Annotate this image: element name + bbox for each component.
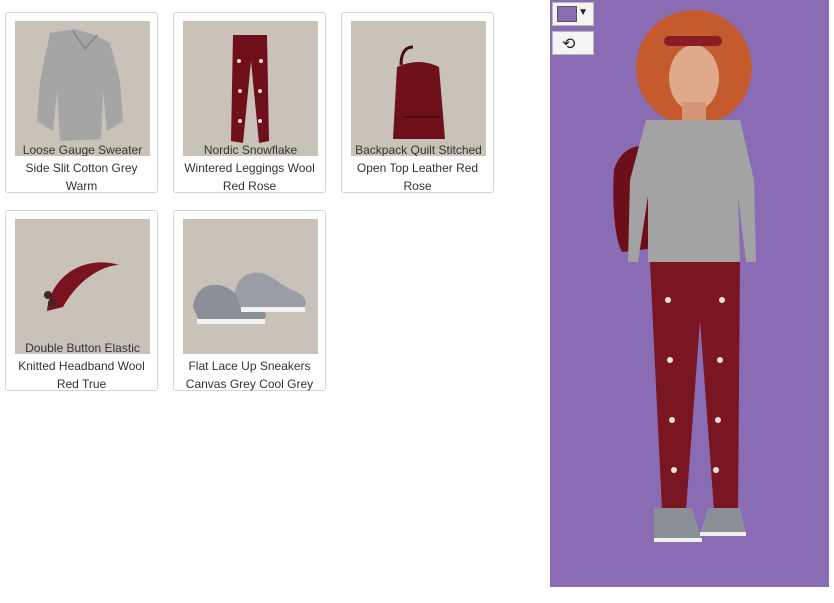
item-card-leggings[interactable]: Nordic Snowflake Wintered Leggings Wool … — [173, 12, 326, 193]
headband-image: Double Button Elastic — [15, 219, 150, 354]
item-title-line: Wintered Leggings Wool — [184, 161, 315, 175]
item-title-line: Open Top Leather Red — [356, 161, 479, 175]
item-title-line: Loose Gauge Sweater — [22, 143, 143, 156]
item-card-sneakers[interactable]: Flat Lace Up Sneakers Canvas Grey Cool G… — [173, 210, 326, 391]
item-card-headband[interactable]: Double Button Elastic Knitted Headband W… — [5, 210, 158, 391]
sneakers-image — [183, 219, 318, 354]
item-title-line: Double Button Elastic — [25, 341, 140, 354]
item-title-line: Flat Lace Up Sneakers — [188, 359, 311, 373]
backpack-image: Backpack Quilt Stitched — [351, 21, 486, 156]
item-title-line: Nordic Snowflake — [203, 143, 298, 156]
item-title-line: Red Rose — [222, 179, 277, 193]
item-card-sweater[interactable]: Loose Gauge Sweater Side Slit Cotton Gre… — [5, 12, 158, 193]
item-title-line: Knitted Headband Wool — [18, 359, 145, 373]
avatar-stage[interactable]: ▼ ⟲ — [550, 0, 829, 587]
sweater-image: Loose Gauge Sweater — [15, 21, 150, 156]
item-card-backpack[interactable]: Backpack Quilt Stitched Open Top Leather… — [341, 12, 494, 193]
avatar-figure — [613, 10, 756, 542]
leggings-image: Nordic Snowflake — [183, 21, 318, 156]
item-title-line: Canvas Grey Cool Grey — [185, 377, 314, 391]
item-title-line: Side Slit Cotton Grey — [25, 161, 138, 175]
item-title-line: Rose — [403, 179, 432, 193]
item-title-line: Warm — [65, 179, 98, 193]
item-title-line: Red True — [56, 377, 107, 391]
item-title-line: Backpack Quilt Stitched — [355, 143, 482, 156]
